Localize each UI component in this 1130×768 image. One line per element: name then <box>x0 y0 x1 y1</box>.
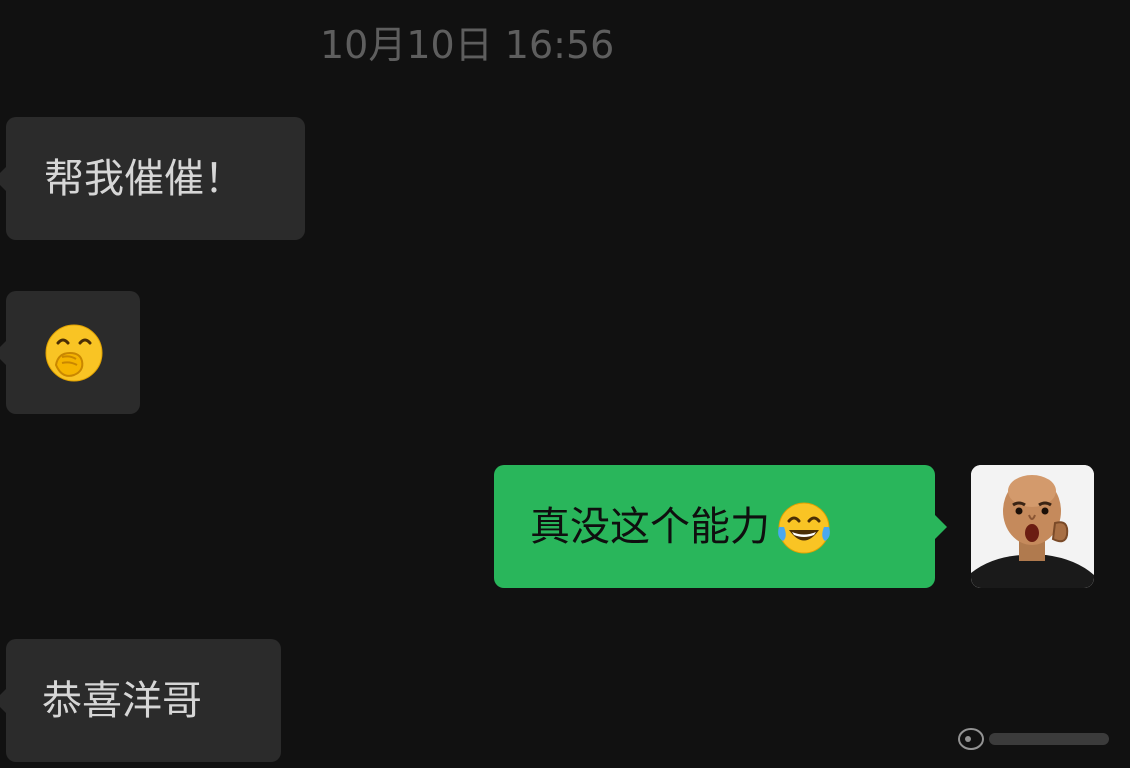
chat-view: 10月10日 16:56 帮我催催！ 真没这个能力 恭喜洋哥 <box>0 0 1130 768</box>
incoming-message-bubble[interactable]: 恭喜洋哥 <box>0 639 281 762</box>
watermark-logo <box>958 728 1109 750</box>
message-text: 恭喜洋哥 <box>42 677 202 724</box>
outgoing-message-bubble[interactable]: 真没这个能力 <box>494 465 947 588</box>
message-text: 帮我催催！ <box>44 155 244 202</box>
tears-of-joy-emoji-icon <box>778 502 830 553</box>
incoming-message-bubble[interactable] <box>0 291 140 414</box>
message-timestamp: 10月10日 16:56 <box>320 23 615 67</box>
incoming-message-bubble[interactable]: 帮我催催！ <box>0 117 305 240</box>
avatar[interactable] <box>971 465 1094 588</box>
message-text: 真没这个能力 <box>530 503 770 550</box>
avatar-image <box>971 465 1094 588</box>
hand-over-mouth-emoji-icon <box>45 324 103 381</box>
